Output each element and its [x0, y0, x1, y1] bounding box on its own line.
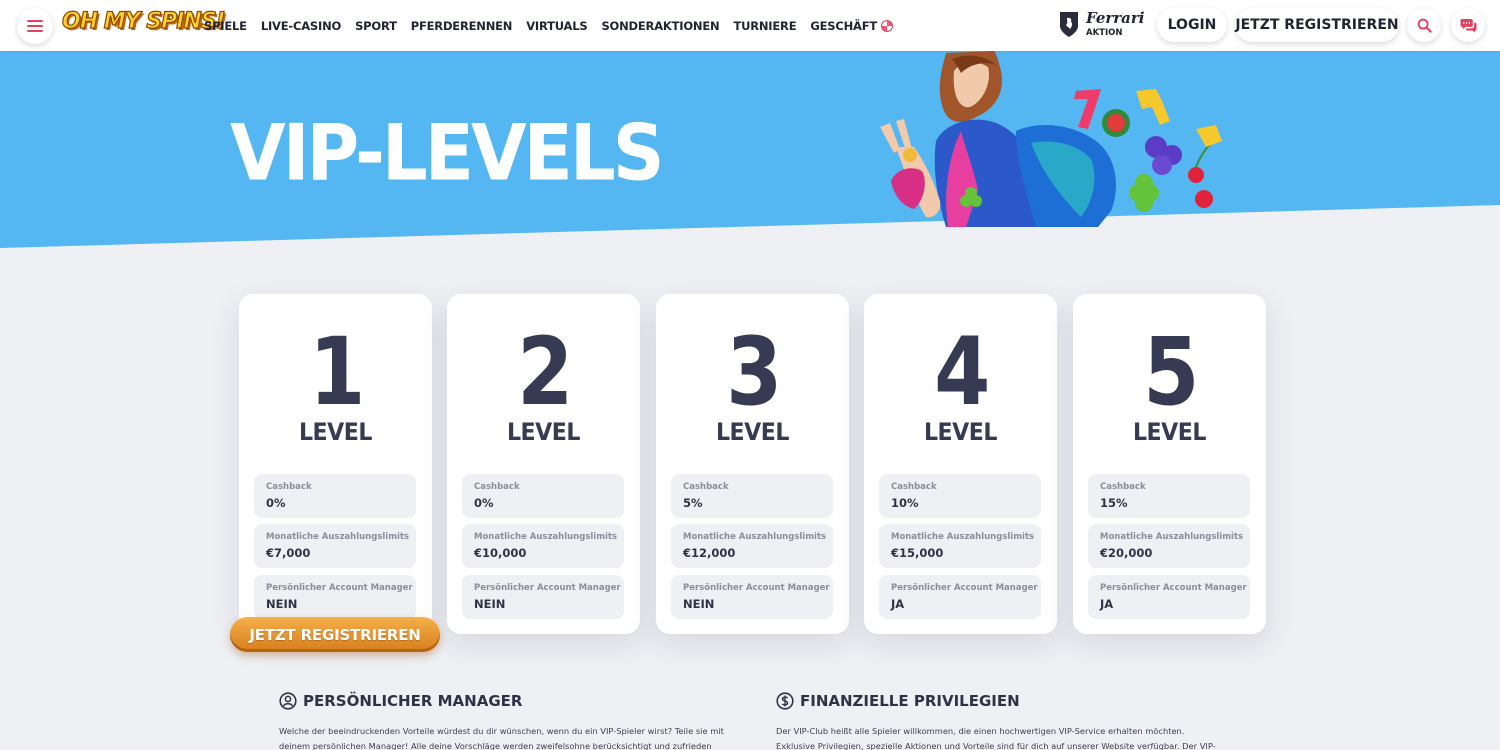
section-title: FINANZIELLE PRIVILEGIEN: [800, 692, 1020, 710]
stat-value: €15,000: [891, 546, 944, 560]
level-number: 5: [1143, 318, 1199, 427]
financial-privileges-section: FINANZIELLE PRIVILEGIEN Der VIP-Club hei…: [776, 692, 1221, 750]
section-text: Der VIP-Club heißt alle Spieler willkomm…: [776, 726, 1216, 750]
stat-label: Cashback: [1100, 482, 1146, 492]
ferrari-promo-link[interactable]: Ferrari AKTION: [1058, 10, 1145, 38]
manager-icon: [279, 692, 297, 710]
hamburger-menu-button[interactable]: [17, 8, 53, 44]
withdrawal-limit-stat: Monatliche Auszahlungslimits €10,000: [462, 524, 624, 568]
vip-character-illustration: [880, 51, 1222, 227]
nav-item-geschaeft[interactable]: GESCHÄFT: [810, 18, 894, 33]
cashback-stat: Cashback 10%: [879, 474, 1041, 518]
nav-item-geschaeft-label: GESCHÄFT: [810, 18, 878, 33]
stat-value: €10,000: [474, 546, 527, 560]
stat-label: Cashback: [683, 482, 729, 492]
nav-item-virtuals[interactable]: VIRTUALS: [526, 19, 587, 33]
withdrawal-limit-stat: Monatliche Auszahlungslimits €12,000: [671, 524, 833, 568]
cashback-stat: Cashback 0%: [254, 474, 416, 518]
level-word: LEVEL: [506, 418, 581, 446]
stat-label: Monatliche Auszahlungslimits: [266, 532, 410, 542]
stat-value: 10%: [891, 496, 919, 510]
personal-manager-section: PERSÖNLICHER MANAGER Welche der beeindru…: [279, 692, 724, 750]
search-icon: [1417, 18, 1432, 33]
stat-value: NEIN: [683, 597, 715, 611]
ferrari-shield-icon: [1060, 12, 1078, 37]
top-header: OH MY SPINS! SPIELE LIVE-CASINO SPORT PF…: [0, 0, 1500, 51]
vip-level-card: 2 LEVEL Cashback 0% Monatliche Auszahlun…: [447, 294, 640, 634]
level-word: LEVEL: [923, 418, 998, 446]
account-manager-stat: Persönlicher Account Manager NEIN: [671, 575, 833, 619]
stat-label: Monatliche Auszahlungslimits: [891, 532, 1035, 542]
stat-label: Monatliche Auszahlungslimits: [683, 532, 827, 542]
account-manager-stat: Persönlicher Account Manager JA: [879, 575, 1041, 619]
nav-item-sport[interactable]: SPORT: [355, 19, 397, 33]
stat-value: NEIN: [474, 597, 506, 611]
stat-value: JA: [891, 597, 905, 611]
nav-item-turniere[interactable]: TURNIERE: [733, 19, 796, 33]
stat-value: JA: [1100, 597, 1114, 611]
level-word: LEVEL: [1132, 418, 1207, 446]
register-button-main[interactable]: JETZT REGISTRIEREN: [230, 617, 440, 652]
stat-value: €20,000: [1100, 546, 1153, 560]
level-number: 2: [517, 318, 573, 427]
stat-value: €12,000: [683, 546, 736, 560]
search-button[interactable]: [1407, 8, 1441, 42]
cashback-stat: Cashback 5%: [671, 474, 833, 518]
cashback-stat: Cashback 15%: [1088, 474, 1250, 518]
vip-level-card: 4 LEVEL Cashback 10% Monatliche Auszahlu…: [864, 294, 1057, 634]
main-nav: SPIELE LIVE-CASINO SPORT PFERDERENNEN VI…: [204, 0, 894, 51]
nav-item-sonderaktionen[interactable]: SONDERAKTIONEN: [601, 19, 719, 33]
hero-title: VIP-LEVELS: [230, 107, 665, 198]
stat-label: Cashback: [474, 482, 520, 492]
finance-icon: [776, 692, 794, 710]
stat-value: 5%: [683, 496, 703, 510]
stat-label: Cashback: [891, 482, 937, 492]
vip-level-card: 5 LEVEL Cashback 15% Monatliche Auszahlu…: [1073, 294, 1266, 634]
hero-background: [0, 51, 1500, 251]
nav-item-spiele[interactable]: SPIELE: [204, 19, 247, 33]
stat-value: 0%: [474, 496, 494, 510]
stat-label: Cashback: [266, 482, 312, 492]
ferrari-promo-sub: AKTION: [1086, 27, 1123, 38]
stat-label: Monatliche Auszahlungslimits: [1100, 532, 1244, 542]
nav-item-pferderennen[interactable]: PFERDERENNEN: [411, 19, 513, 33]
site-logo[interactable]: OH MY SPINS!: [61, 8, 226, 34]
register-button-header[interactable]: JETZT REGISTRIEREN: [1235, 8, 1399, 42]
stat-label: Persönlicher Account Manager: [891, 583, 1038, 593]
level-number: 3: [726, 318, 782, 427]
stat-label: Persönlicher Account Manager: [474, 583, 621, 593]
stat-value: 15%: [1100, 496, 1128, 510]
stat-value: NEIN: [266, 597, 298, 611]
section-title: PERSÖNLICHER MANAGER: [303, 692, 523, 710]
stat-label: Monatliche Auszahlungslimits: [474, 532, 618, 542]
withdrawal-limit-stat: Monatliche Auszahlungslimits €15,000: [879, 524, 1041, 568]
withdrawal-limit-stat: Monatliche Auszahlungslimits €20,000: [1088, 524, 1250, 568]
level-number: 1: [309, 318, 365, 427]
ferrari-promo-name: Ferrari: [1086, 8, 1145, 27]
hamburger-icon: [27, 20, 43, 32]
chat-button[interactable]: [1451, 8, 1485, 42]
hero-banner: VIP-LEVELS: [0, 51, 1500, 251]
level-word: LEVEL: [715, 418, 790, 446]
chat-icon: [1460, 18, 1476, 33]
account-manager-stat: Persönlicher Account Manager NEIN: [254, 575, 416, 619]
vip-level-cards: 1 LEVEL Cashback 0% Monatliche Auszahlun…: [239, 294, 1269, 634]
section-text: Welche der beeindruckenden Vorteile würd…: [279, 726, 724, 750]
level-number: 4: [934, 318, 990, 427]
account-manager-stat: Persönlicher Account Manager JA: [1088, 575, 1250, 619]
stat-value: €7,000: [266, 546, 311, 560]
level-word: LEVEL: [298, 418, 373, 446]
stat-label: Persönlicher Account Manager: [1100, 583, 1247, 593]
cashback-stat: Cashback 0%: [462, 474, 624, 518]
login-button[interactable]: LOGIN: [1157, 8, 1227, 42]
stat-label: Persönlicher Account Manager: [266, 583, 413, 593]
account-manager-stat: Persönlicher Account Manager NEIN: [462, 575, 624, 619]
stat-value: 0%: [266, 496, 286, 510]
vip-level-card: 3 LEVEL Cashback 5% Monatliche Auszahlun…: [656, 294, 849, 634]
lollipop-icon: [881, 19, 894, 32]
withdrawal-limit-stat: Monatliche Auszahlungslimits €7,000: [254, 524, 416, 568]
vip-level-card: 1 LEVEL Cashback 0% Monatliche Auszahlun…: [239, 294, 432, 634]
nav-item-live-casino[interactable]: LIVE-CASINO: [261, 19, 341, 33]
stat-label: Persönlicher Account Manager: [683, 583, 830, 593]
